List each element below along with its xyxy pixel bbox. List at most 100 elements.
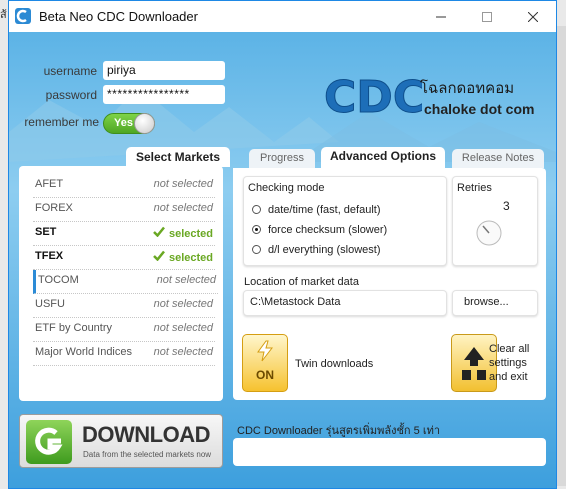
download-label: DOWNLOAD bbox=[82, 422, 210, 447]
retries-dial-icon[interactable] bbox=[475, 219, 505, 249]
close-button[interactable] bbox=[510, 1, 556, 32]
twin-downloads-toggle[interactable]: ON bbox=[242, 334, 288, 392]
radio-datetime[interactable] bbox=[252, 205, 261, 214]
browse-button[interactable]: browse... bbox=[452, 290, 538, 316]
client-area: username piriya password ***************… bbox=[9, 32, 556, 488]
tab-release-notes[interactable]: Release Notes bbox=[452, 149, 544, 168]
radio-checksum[interactable] bbox=[252, 225, 261, 234]
browse-label: browse... bbox=[464, 296, 509, 308]
lightning-icon bbox=[257, 340, 274, 362]
market-row-forex[interactable]: FOREX not selected bbox=[33, 198, 215, 222]
tab-advanced-options[interactable]: Advanced Options bbox=[321, 147, 445, 168]
download-g-icon bbox=[26, 420, 72, 464]
twin-toggle-text: ON bbox=[256, 368, 274, 382]
radio-everything[interactable] bbox=[252, 245, 261, 254]
username-label: username bbox=[43, 64, 97, 78]
retries-value: 3 bbox=[503, 199, 510, 213]
market-status-text: not selected bbox=[153, 322, 213, 334]
market-status: not selected bbox=[157, 274, 216, 286]
checking-mode-title: Checking mode bbox=[248, 182, 325, 194]
location-input[interactable]: C:\Metastock Data bbox=[243, 290, 447, 316]
market-name: FOREX bbox=[35, 202, 73, 214]
status-label: CDC Downloader รุ่นสูตรเพิ่มพลังชั้ก 5 เ… bbox=[237, 425, 441, 437]
clear-label-line2: settings bbox=[489, 357, 527, 369]
market-status: not selected bbox=[154, 178, 213, 190]
mode-label-everything: d/l everything (slowest) bbox=[268, 244, 381, 256]
minimize-button[interactable] bbox=[418, 1, 464, 32]
close-icon bbox=[528, 11, 538, 22]
market-name: TFEX bbox=[35, 250, 64, 262]
market-row-usfu[interactable]: USFU not selected bbox=[33, 294, 215, 318]
checking-mode-group: Checking mode date/time (fast, default) … bbox=[243, 176, 447, 266]
svg-text:CDC: CDC bbox=[324, 72, 422, 123]
minimize-icon bbox=[436, 16, 446, 17]
password-input[interactable]: **************** bbox=[103, 85, 225, 104]
cdc-app-icon bbox=[15, 8, 31, 24]
clear-settings-label: Clear all settings and exit bbox=[489, 342, 529, 384]
clear-label-line3: and exit bbox=[489, 371, 528, 383]
twin-downloads-label: Twin downloads bbox=[295, 358, 374, 370]
market-row-tfex[interactable]: TFEX selected bbox=[33, 246, 215, 270]
market-status: selected bbox=[153, 226, 213, 240]
cdc-logo-mark: CDC bbox=[324, 72, 423, 124]
background-window-edge: ส้ bbox=[0, 0, 8, 489]
market-name: TOCOM bbox=[38, 274, 79, 286]
market-status-text: not selected bbox=[153, 202, 213, 214]
maximize-button[interactable] bbox=[464, 1, 510, 32]
location-value: C:\Metastock Data bbox=[250, 296, 341, 308]
location-label: Location of market data bbox=[244, 276, 359, 288]
app-window: Beta Neo CDC Downloader username piriya … bbox=[8, 0, 557, 489]
mode-option-everything[interactable]: d/l everything (slowest) bbox=[252, 244, 381, 256]
market-row-tocom[interactable]: TOCOM not selected bbox=[33, 270, 218, 294]
market-name: USFU bbox=[35, 298, 65, 310]
market-status-text: selected bbox=[168, 228, 213, 240]
market-name: Major World Indices bbox=[35, 346, 132, 358]
market-status-text: not selected bbox=[153, 346, 213, 358]
remember-me-label: remember me bbox=[24, 115, 99, 129]
maximize-icon bbox=[482, 11, 492, 22]
retries-group: Retries 3 bbox=[452, 176, 538, 266]
remember-me-toggle[interactable]: Yes bbox=[103, 113, 155, 134]
title-bar[interactable]: Beta Neo CDC Downloader bbox=[9, 1, 556, 32]
clear-label-line1: Clear all bbox=[489, 343, 530, 355]
market-row-major-world-indices[interactable]: Major World Indices not selected bbox=[33, 342, 215, 366]
username-input[interactable]: piriya bbox=[103, 61, 225, 80]
password-label: password bbox=[45, 88, 97, 102]
tab-progress[interactable]: Progress bbox=[249, 149, 315, 168]
market-name: SET bbox=[35, 226, 57, 238]
market-status: not selected bbox=[154, 202, 213, 214]
mode-label-datetime: date/time (fast, default) bbox=[268, 204, 381, 216]
mode-label-checksum: force checksum (slower) bbox=[268, 224, 388, 236]
download-button[interactable]: DOWNLOAD Data from the selected markets … bbox=[19, 414, 223, 468]
market-status: not selected bbox=[154, 298, 213, 310]
markets-panel: AFET not selected FOREX not selected SET sele… bbox=[19, 166, 223, 401]
market-name: AFET bbox=[35, 178, 64, 190]
market-status: not selected bbox=[154, 322, 213, 334]
background-scrollbar[interactable] bbox=[557, 0, 566, 489]
market-status-text: not selected bbox=[153, 298, 213, 310]
recycle-icon bbox=[462, 347, 486, 380]
retries-title: Retries bbox=[457, 182, 492, 194]
remember-toggle-text: Yes bbox=[114, 117, 133, 129]
checkmark-icon bbox=[153, 226, 165, 237]
market-status: not selected bbox=[154, 346, 213, 358]
market-row-etf-by-country[interactable]: ETF by Country not selected bbox=[33, 318, 215, 342]
background-text: ส้ bbox=[0, 9, 7, 21]
logo-english-text: chaloke dot com bbox=[424, 101, 535, 117]
market-status-text: not selected bbox=[156, 274, 216, 286]
market-status: selected bbox=[153, 250, 213, 264]
download-sublabel: Data from the selected markets now bbox=[83, 450, 212, 459]
market-row-set[interactable]: SET selected bbox=[33, 222, 215, 246]
status-box bbox=[233, 438, 546, 466]
chaloke-logo: CDC โฉลกดอทคอม chaloke dot com bbox=[322, 66, 544, 126]
market-status-text: not selected bbox=[153, 178, 213, 190]
checkmark-icon bbox=[153, 250, 165, 261]
market-name: ETF by Country bbox=[35, 322, 113, 334]
mode-option-checksum[interactable]: force checksum (slower) bbox=[252, 224, 387, 236]
window-title: Beta Neo CDC Downloader bbox=[39, 9, 198, 24]
tab-select-markets[interactable]: Select Markets bbox=[126, 147, 230, 167]
toggle-knob bbox=[134, 113, 155, 134]
market-row-afet[interactable]: AFET not selected bbox=[33, 174, 215, 198]
mode-option-datetime[interactable]: date/time (fast, default) bbox=[252, 204, 381, 216]
market-status-text: selected bbox=[168, 252, 213, 264]
